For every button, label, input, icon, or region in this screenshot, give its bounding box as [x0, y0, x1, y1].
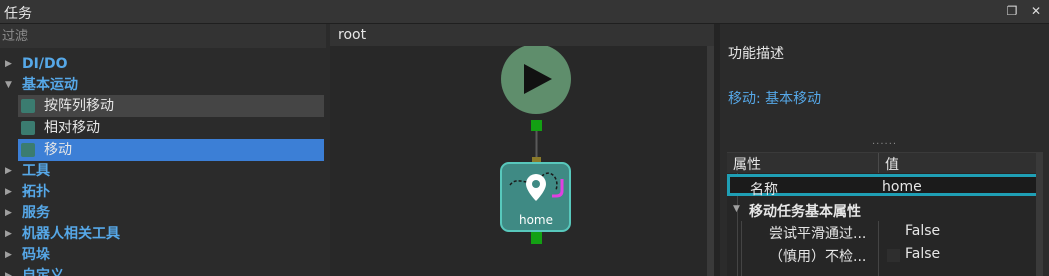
column-divider[interactable] [878, 153, 879, 173]
task-library-panel: ▶ DI/DO ▼ 基本运动 按阵列移动 相对移动 移动 ▶ 工具 ▶ 拓扑 ▶ [0, 24, 326, 276]
property-row-name[interactable]: 名称 home [727, 174, 1043, 198]
task-item-label: 按阵列移动 [44, 98, 114, 114]
window-titlebar: 任务 ❐ ✕ [0, 0, 1049, 24]
category-robot-tools[interactable]: ▶ 机器人相关工具 [0, 224, 326, 245]
task-item-label: 相对移动 [44, 120, 100, 136]
expand-arrow-icon[interactable]: ▶ [5, 245, 12, 266]
property-value[interactable]: False [905, 246, 940, 262]
array-move-icon [21, 99, 35, 113]
collapse-arrow-icon[interactable]: ▼ [733, 204, 740, 214]
category-custom[interactable]: ▶ 自定义 [0, 266, 326, 276]
property-table: 属性 值 名称 home ▼ 移动任务基本属性 尝试平滑通过... False … [727, 152, 1043, 276]
resize-grip[interactable]: ...... [872, 136, 897, 147]
category-label: 基本运动 [22, 77, 78, 93]
category-label: 工具 [22, 163, 50, 179]
col-property: 属性 [733, 157, 761, 173]
flow-editor: root home [330, 24, 714, 276]
property-value[interactable]: home [882, 179, 922, 195]
restore-icon[interactable]: ❐ [1005, 4, 1019, 18]
category-tools[interactable]: ▶ 工具 [0, 161, 326, 182]
category-label: 服务 [22, 205, 50, 221]
flow-canvas[interactable]: home [330, 46, 714, 276]
task-item-array-move[interactable]: 按阵列移动 [18, 95, 324, 117]
property-key: （慎用）不检... [769, 249, 867, 265]
start-output-port[interactable] [531, 120, 542, 131]
window-title: 任务 [4, 6, 32, 22]
expand-arrow-icon[interactable]: ▶ [5, 182, 12, 203]
expand-arrow-icon[interactable]: ▶ [5, 161, 12, 182]
expand-arrow-icon[interactable]: ▶ [5, 54, 12, 75]
category-label: 机器人相关工具 [22, 226, 120, 242]
property-row-smooth[interactable]: 尝试平滑通过... False [727, 221, 1043, 243]
canvas-scrollbar[interactable] [707, 46, 714, 276]
category-palletizing[interactable]: ▶ 码垛 [0, 245, 326, 266]
pin-dot [532, 180, 540, 188]
category-label: DI/DO [22, 56, 68, 72]
category-label: 自定义 [22, 268, 64, 276]
property-table-header: 属性 值 [727, 153, 1043, 173]
node-label: home [519, 213, 553, 227]
breadcrumb: root [330, 24, 714, 46]
col-value: 值 [885, 157, 899, 173]
expand-arrow-icon[interactable]: ▶ [5, 266, 12, 276]
properties-panel: 功能描述 移动: 基本移动 ...... 属性 值 名称 home ▼ 移动任务… [720, 24, 1049, 276]
scroll-thumb[interactable] [707, 46, 714, 276]
breadcrumb-root[interactable]: root [338, 27, 366, 43]
collapse-arrow-icon[interactable]: ▼ [5, 75, 12, 96]
property-scrollbar[interactable] [1036, 153, 1043, 276]
flow-graph: home [500, 46, 571, 244]
category-basic-motion[interactable]: ▼ 基本运动 [0, 75, 326, 96]
move-output-port[interactable] [531, 232, 542, 244]
expand-arrow-icon[interactable]: ▶ [5, 224, 12, 245]
property-group-basic[interactable]: ▼ 移动任务基本属性 [727, 199, 1043, 221]
property-group-label: 移动任务基本属性 [749, 204, 861, 220]
relative-move-icon [21, 121, 35, 135]
close-icon[interactable]: ✕ [1029, 4, 1043, 18]
description-heading: 功能描述 [728, 46, 784, 62]
category-di-do[interactable]: ▶ DI/DO [0, 54, 326, 75]
location-pin-icon [21, 143, 35, 157]
category-topology[interactable]: ▶ 拓扑 [0, 182, 326, 203]
property-value[interactable]: False [905, 223, 940, 239]
category-label: 码垛 [22, 247, 50, 263]
category-label: 拓扑 [22, 184, 50, 200]
expand-arrow-icon[interactable]: ▶ [5, 203, 12, 224]
property-key: 尝试平滑通过... [769, 226, 867, 242]
checkbox[interactable] [887, 249, 900, 262]
filter-input[interactable] [0, 24, 326, 48]
property-row-nocheck[interactable]: （慎用）不检... False [727, 244, 1043, 266]
category-service[interactable]: ▶ 服务 [0, 203, 326, 224]
filter-bar [0, 24, 326, 48]
task-item-label: 移动 [44, 142, 72, 158]
property-key: 名称 [750, 182, 778, 198]
task-item-move[interactable]: 移动 [18, 139, 324, 161]
task-item-relative-move[interactable]: 相对移动 [18, 117, 324, 139]
description-text: 移动: 基本移动 [728, 91, 822, 107]
